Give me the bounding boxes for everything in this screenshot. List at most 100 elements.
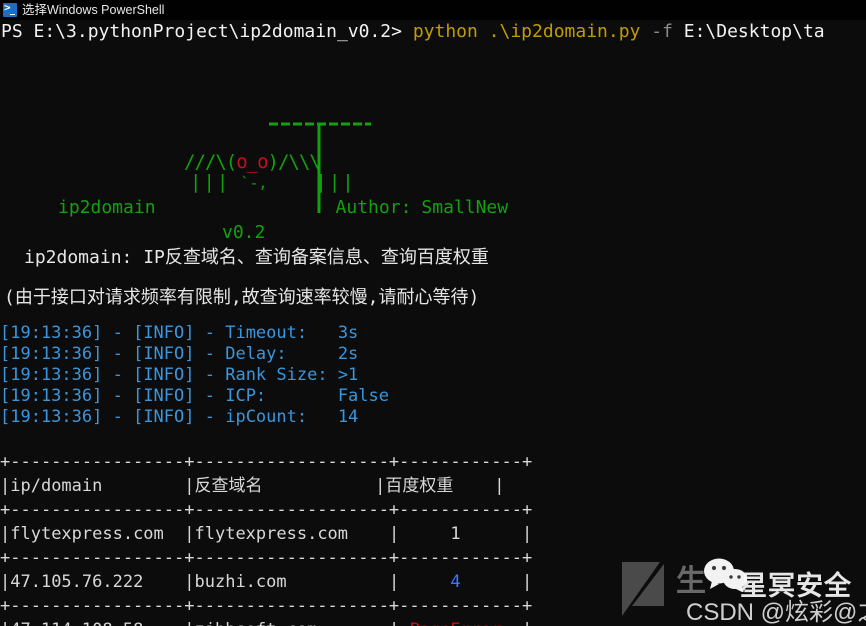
table-header-cell: 百度权重 bbox=[385, 476, 495, 496]
table-cell-divider: | bbox=[0, 524, 11, 544]
log-time: [19:13:36] bbox=[0, 386, 103, 406]
table-cell-divider: | bbox=[522, 572, 533, 592]
banner-app-name: ip2domain bbox=[58, 197, 156, 218]
cell-baidu-weight: 1 bbox=[399, 524, 523, 544]
log-separator: - bbox=[194, 344, 226, 364]
table-separator: +-----------------+-------------------+-… bbox=[0, 500, 533, 520]
log-value: >1 bbox=[337, 365, 359, 385]
log-entry: [19:13:36] - [INFO] - ICP: False bbox=[0, 386, 389, 407]
command-prompt-line: PS E:\3.pythonProject\ip2domain_v0.2> py… bbox=[0, 22, 866, 42]
log-key: ICP: bbox=[225, 386, 338, 406]
cell-baidu-weight: 4 bbox=[399, 572, 523, 592]
banner-version-row: v0.2 bbox=[0, 223, 265, 243]
banner-note: (由于接口对请求频率有限制,故查询速率较慢,请耐心等待) bbox=[0, 288, 479, 308]
log-value: 3s bbox=[337, 323, 359, 343]
log-level: [INFO] bbox=[133, 386, 195, 406]
powershell-window: 选择Windows PowerShell PS E:\3.pythonProje… bbox=[0, 0, 866, 626]
table-row: |flytexpress.com |flytexpress.com | 1 | bbox=[0, 522, 532, 546]
log-time: [19:13:36] bbox=[0, 323, 103, 343]
log-time: [19:13:36] bbox=[0, 365, 103, 385]
log-entry: [19:13:36] - [INFO] - Delay: 2s bbox=[0, 344, 389, 365]
table-cell-divider: | bbox=[389, 620, 399, 626]
log-key: Delay: bbox=[225, 344, 338, 364]
window-titlebar: 选择Windows PowerShell bbox=[0, 0, 866, 20]
ascii-legs-row: ||| `-, ||| bbox=[0, 172, 866, 193]
log-level: [INFO] bbox=[133, 407, 195, 427]
table-cell-divider: | bbox=[375, 476, 386, 496]
cell-reverse-domain: buzhi.com bbox=[194, 572, 389, 592]
table-header-cell: ip/domain bbox=[10, 476, 185, 496]
prompt-prefix: PS E:\3.pythonProject\ip2domain_v0.2> bbox=[1, 21, 413, 42]
banner-note-text: (由于接口对请求频率有限制,故查询速率较慢,请耐心等待) bbox=[4, 287, 480, 308]
window-title: 选择Windows PowerShell bbox=[22, 3, 165, 17]
table-cell-divider: | bbox=[184, 524, 195, 544]
table-row: |47.105.76.222 |buzhi.com | 4 | bbox=[0, 570, 532, 594]
banner-brand-row: ip2domain Author: SmallNew bbox=[0, 198, 508, 218]
table-cell-divider: | bbox=[522, 620, 532, 626]
table-header-row: |ip/domain |反查域名 |百度权重 | bbox=[0, 474, 532, 498]
prompt-command: python .\ip2domain.py bbox=[412, 21, 652, 42]
cell-ip-domain: 47.114.108.58 bbox=[10, 620, 184, 626]
table-header-cell: 反查域名 bbox=[194, 476, 376, 496]
log-separator: - bbox=[102, 323, 134, 343]
cell-baidu-weight: PageError bbox=[399, 620, 522, 626]
prompt-flag: -f bbox=[651, 21, 684, 42]
table-separator: +-----------------+-------------------+-… bbox=[0, 452, 533, 472]
log-separator: - bbox=[194, 323, 226, 343]
cell-reverse-domain: flytexpress.com bbox=[194, 524, 389, 544]
log-output: [19:13:36] - [INFO] - Timeout: 3s [19:13:… bbox=[0, 323, 389, 428]
log-time: [19:13:36] bbox=[0, 407, 103, 427]
log-key: Rank Size: bbox=[225, 365, 338, 385]
cell-ip-domain: flytexpress.com bbox=[10, 524, 185, 544]
table-cell-divider: | bbox=[0, 572, 11, 592]
table-cell-divider: | bbox=[184, 620, 194, 626]
prompt-argument: E:\Desktop\ta bbox=[683, 21, 825, 42]
log-separator: - bbox=[194, 386, 226, 406]
log-entry: [19:13:36] - [INFO] - Timeout: 3s bbox=[0, 323, 389, 344]
log-entry: [19:13:36] - [INFO] - Rank Size: >1 bbox=[0, 365, 389, 386]
log-separator: - bbox=[102, 344, 134, 364]
table-cell-divider: | bbox=[184, 476, 195, 496]
table-cell-divider: | bbox=[184, 572, 195, 592]
banner-author-name: SmallNew bbox=[421, 197, 509, 218]
log-value: 2s bbox=[337, 344, 359, 364]
cell-ip-domain: 47.105.76.222 bbox=[10, 572, 185, 592]
table-separator: +-----------------+-------------------+-… bbox=[0, 548, 533, 568]
log-separator: - bbox=[194, 407, 226, 427]
banner-description-text: ip2domain: IP反查域名、查询备案信息、查询百度权重 bbox=[24, 247, 489, 268]
log-separator: - bbox=[102, 386, 134, 406]
log-key: Timeout: bbox=[225, 323, 338, 343]
log-time: [19:13:36] bbox=[0, 344, 103, 364]
table-cell-divider: | bbox=[0, 476, 11, 496]
log-separator: - bbox=[194, 365, 226, 385]
cell-reverse-domain: zjhhsoft.com bbox=[195, 620, 389, 626]
powershell-icon bbox=[3, 1, 17, 17]
table-separator: +-----------------+-------------------+-… bbox=[0, 596, 533, 616]
log-level: [INFO] bbox=[133, 365, 195, 385]
banner-description: ip2domain: IP反查域名、查询备案信息、查询百度权重 bbox=[0, 248, 489, 268]
log-value: False bbox=[337, 386, 389, 406]
log-separator: - bbox=[102, 365, 134, 385]
ascii-legs-left: ||| bbox=[190, 171, 231, 193]
log-entry: [19:13:36] - [INFO] - ipCount: 14 bbox=[0, 407, 389, 428]
ascii-legs-right: ||| bbox=[315, 171, 356, 193]
table-row: |47.114.108.58 |zjhhsoft.com | PageError… bbox=[0, 618, 532, 626]
table-cell-divider: | bbox=[388, 572, 400, 592]
table-cell-divider: | bbox=[522, 524, 533, 544]
results-table: +-----------------+-------------------+-… bbox=[0, 450, 532, 626]
table-cell-divider: | bbox=[388, 524, 400, 544]
banner-author-label: Author: bbox=[335, 197, 412, 218]
log-level: [INFO] bbox=[133, 344, 195, 364]
ascii-face-eyes: o_o bbox=[236, 151, 268, 173]
ascii-beak: `-, bbox=[240, 174, 268, 192]
log-level: [INFO] bbox=[133, 323, 195, 343]
ascii-face-row: ///\(o_o)/\\\ bbox=[0, 152, 866, 173]
ascii-face-right: )/\\\ bbox=[267, 151, 321, 173]
table-cell-divider: | bbox=[0, 620, 10, 626]
banner-version: v0.2 bbox=[222, 222, 266, 243]
console-output[interactable]: PS E:\3.pythonProject\ip2domain_v0.2> py… bbox=[0, 20, 866, 626]
table-cell-divider: | bbox=[494, 476, 505, 496]
log-key: ipCount: bbox=[225, 407, 338, 427]
log-value: 14 bbox=[337, 407, 359, 427]
log-separator: - bbox=[102, 407, 134, 427]
